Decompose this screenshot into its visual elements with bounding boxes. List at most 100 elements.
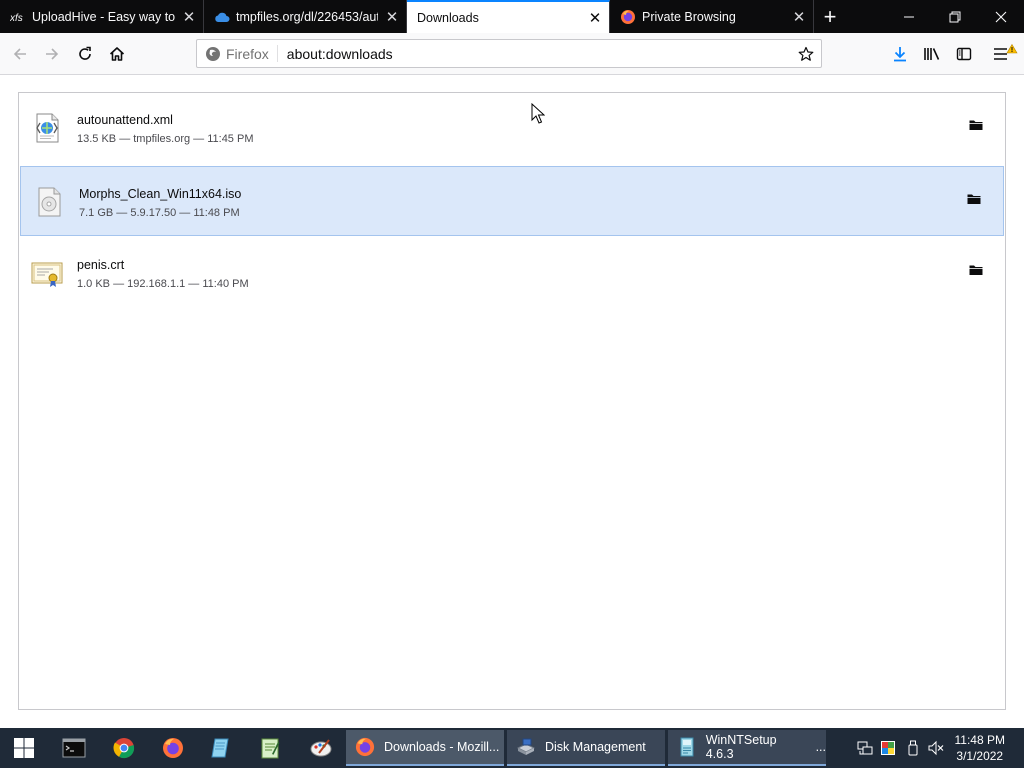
show-in-folder-button[interactable] (969, 264, 987, 280)
close-tab-button[interactable]: ✕ (581, 4, 609, 32)
winntsetup-icon (676, 736, 698, 758)
restore-icon (949, 11, 961, 22)
mouse-cursor-icon (531, 103, 545, 124)
restore-button[interactable] (932, 0, 978, 33)
tab-uploadhive[interactable]: xfs UploadHive - Easy way to s ✕ (0, 0, 204, 33)
library-button[interactable] (917, 39, 947, 69)
folder-icon (967, 194, 981, 204)
volume-muted-icon (928, 740, 944, 756)
cloud-favicon (214, 9, 230, 25)
download-status: 7.1 GB — 5.9.17.50 — 11:48 PM (79, 207, 240, 219)
navigation-toolbar: Firefox about:downloads (0, 33, 1024, 75)
tab-downloads[interactable]: Downloads ✕ (407, 0, 610, 33)
paint-icon (310, 739, 332, 757)
sidebar-button[interactable] (949, 39, 979, 69)
tab-title: UploadHive - Easy way to s (32, 9, 175, 24)
downloads-button[interactable] (885, 39, 915, 69)
download-filename: autounattend.xml (77, 113, 173, 127)
close-window-button[interactable] (978, 0, 1024, 33)
tab-strip: xfs UploadHive - Easy way to s ✕ tmpfile… (0, 0, 1024, 33)
forward-arrow-icon (46, 48, 59, 60)
tab-private-browsing[interactable]: Private Browsing ✕ (610, 0, 814, 33)
minimize-icon (904, 16, 914, 17)
downloads-list: autounattend.xml 13.5 KB — tmpfiles.org … (18, 92, 1006, 710)
system-clock[interactable]: 11:48 PM 3/1/2022 (955, 732, 1005, 764)
firefox-icon (163, 738, 183, 758)
taskbar-terminal[interactable] (58, 732, 90, 764)
text-editor-icon (261, 738, 280, 759)
taskbar-text-editor[interactable] (254, 732, 286, 764)
firefox-icon (354, 736, 376, 758)
download-item[interactable]: penis.crt 1.0 KB — 192.168.1.1 — 11:40 P… (19, 238, 1005, 308)
close-tab-button[interactable]: ✕ (175, 3, 203, 31)
certificate-file-icon (31, 257, 63, 289)
terminal-icon (62, 738, 86, 758)
close-tab-button[interactable]: ✕ (378, 3, 406, 31)
volume-tray-button[interactable] (926, 728, 946, 768)
reload-button[interactable] (70, 39, 100, 69)
taskbar-paint[interactable] (305, 732, 337, 764)
sidebar-icon (956, 47, 972, 61)
download-filename: penis.crt (77, 258, 125, 272)
private-browsing-favicon (620, 9, 636, 25)
display-tray-button[interactable] (879, 728, 897, 768)
home-button[interactable] (102, 39, 132, 69)
star-icon (798, 46, 814, 61)
network-tray-button[interactable] (856, 728, 874, 768)
taskbar-window-disk-management[interactable]: Disk Management (507, 730, 665, 766)
taskbar-overflow: ... (815, 740, 826, 754)
library-icon (924, 48, 940, 60)
xml-file-icon (31, 112, 63, 144)
download-item[interactable]: autounattend.xml 13.5 KB — tmpfiles.org … (19, 93, 1005, 163)
usb-drive-icon (908, 740, 918, 756)
url-text[interactable]: about:downloads (287, 46, 393, 62)
taskbar-window-label: Downloads - Mozill... (384, 740, 500, 754)
minimize-button[interactable] (886, 0, 932, 33)
tab-title: tmpfiles.org/dl/226453/aut (236, 9, 378, 24)
show-in-folder-button[interactable] (969, 119, 987, 135)
show-in-folder-button[interactable] (967, 193, 985, 209)
start-button[interactable] (8, 732, 40, 764)
disc-image-file-icon (33, 186, 65, 218)
downloads-page: autounattend.xml 13.5 KB — tmpfiles.org … (0, 76, 1024, 728)
notepad-icon (211, 738, 229, 758)
reload-icon (79, 46, 91, 60)
taskbar-window-firefox[interactable]: Downloads - Mozill... (346, 730, 504, 766)
taskbar-window-label: WinNTSetup 4.6.3 (705, 733, 777, 761)
hamburger-menu-icon (994, 43, 1018, 60)
new-tab-button[interactable]: + (814, 0, 846, 33)
uploadhive-favicon: xfs (10, 9, 26, 25)
start-icon (14, 738, 34, 758)
download-arrow-icon (894, 47, 906, 62)
identity-box[interactable]: Firefox (197, 45, 278, 62)
taskbar-window-winntsetup[interactable]: WinNTSetup 4.6.3 ... (668, 730, 826, 766)
tab-title: Downloads (417, 10, 479, 25)
color-display-icon (881, 741, 895, 755)
tab-title: Private Browsing (642, 9, 736, 24)
bookmark-star-button[interactable] (795, 43, 817, 65)
chrome-icon (113, 738, 135, 759)
svg-text:xfs: xfs (10, 13, 23, 24)
url-bar[interactable]: Firefox about:downloads (196, 39, 822, 68)
forward-button[interactable] (37, 39, 67, 69)
close-tab-button[interactable]: ✕ (785, 3, 813, 31)
clock-time: 11:48 PM (954, 733, 1005, 747)
download-status: 13.5 KB — tmpfiles.org — 11:45 PM (77, 133, 254, 145)
network-icon (857, 741, 873, 755)
home-icon (109, 47, 125, 61)
identity-label: Firefox (226, 45, 269, 62)
close-icon (995, 11, 1007, 22)
download-item[interactable]: Morphs_Clean_Win11x64.iso 7.1 GB — 5.9.1… (20, 166, 1004, 236)
download-filename: Morphs_Clean_Win11x64.iso (79, 187, 242, 201)
tab-tmpfiles[interactable]: tmpfiles.org/dl/226453/aut ✕ (204, 0, 407, 33)
menu-button[interactable] (990, 39, 1020, 69)
back-arrow-icon (13, 48, 26, 60)
back-button[interactable] (5, 39, 35, 69)
taskbar-chrome[interactable] (108, 732, 140, 764)
usb-tray-button[interactable] (904, 728, 922, 768)
folder-icon (969, 120, 983, 130)
download-status: 1.0 KB — 192.168.1.1 — 11:40 PM (77, 278, 249, 290)
taskbar-notepad[interactable] (205, 732, 237, 764)
folder-icon (969, 265, 983, 275)
taskbar-firefox[interactable] (157, 732, 189, 764)
